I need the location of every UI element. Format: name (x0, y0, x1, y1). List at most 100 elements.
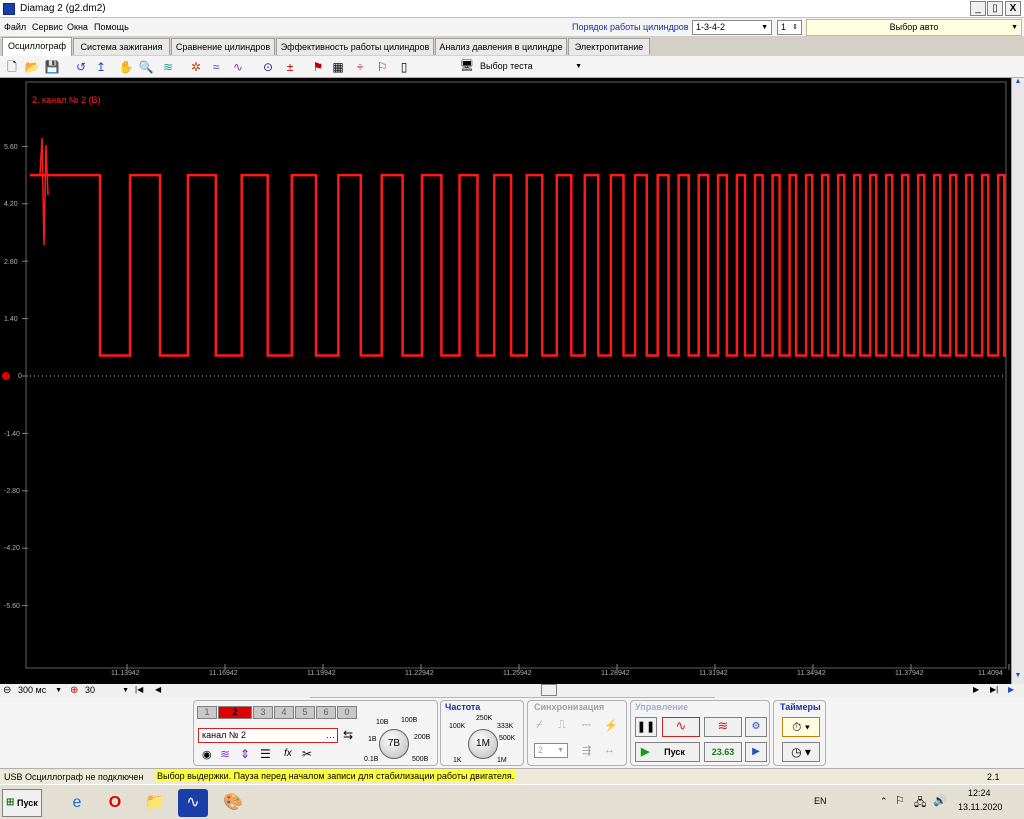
play-icon[interactable]: ▶ (1008, 685, 1014, 694)
tab-pressure-analysis[interactable]: Анализ давления в цилиндре (435, 38, 567, 55)
menu-windows[interactable]: Окна (67, 22, 88, 32)
marker-icon[interactable]: ⚑ (310, 59, 326, 75)
voltage-knob[interactable]: 7В (379, 729, 409, 759)
channel-6-button[interactable]: 6 (316, 706, 336, 719)
frequency-knob[interactable]: 1M (468, 729, 498, 759)
start-button[interactable]: ▶ Пуск (635, 742, 700, 762)
menu-help[interactable]: Помощь (94, 22, 129, 32)
tab-power[interactable]: Электропитание (568, 38, 650, 55)
menu-service[interactable]: Сервис (32, 22, 63, 32)
cylinder-order-select[interactable]: 1-3-4-2 ▼ (692, 20, 772, 35)
noise-wave-icon[interactable]: ≋ (704, 717, 742, 737)
channel-4-button[interactable]: 4 (274, 706, 294, 719)
rising-edge-icon[interactable]: ⌿ (536, 719, 543, 732)
channel-0-button[interactable]: 0 (337, 706, 357, 719)
position-thumb[interactable] (541, 684, 557, 696)
channel-2-button[interactable]: 2 (218, 706, 252, 719)
tab-oscilloscope[interactable]: Осциллограф (2, 37, 72, 56)
timer-stopwatch-icon[interactable]: ⏱ ▾ (782, 717, 820, 737)
new-file-icon[interactable]: 🗋 (4, 59, 20, 75)
auto-icon[interactable]: ⊙ (260, 59, 276, 75)
chevron-down-icon: ▼ (575, 63, 582, 70)
offset-icon[interactable]: ⇕ (240, 747, 250, 761)
first-page-icon[interactable]: |◀ (135, 685, 143, 694)
vertical-scrollbar[interactable]: ▲ ▼ (1011, 78, 1024, 684)
sine-wave-icon[interactable]: ∿ (662, 717, 700, 737)
network-icon[interactable]: 🖧 (914, 794, 926, 813)
sync-channel-select[interactable]: 2 ▼ (534, 743, 568, 758)
channel-5-button[interactable]: 5 (295, 706, 315, 719)
scroll-up-icon[interactable]: ▲ (1013, 78, 1023, 90)
step-up-icon[interactable]: ⎍ (558, 719, 566, 732)
oscilloscope-view[interactable] (0, 78, 1024, 684)
zoom-icon[interactable]: 🔍 (138, 59, 154, 75)
maximize-button[interactable]: ▯ (987, 1, 1003, 16)
tools-icon[interactable]: ✂ (302, 747, 312, 761)
sync-level-icon[interactable]: ⇶ (582, 744, 591, 757)
zero-marker-left[interactable] (2, 372, 10, 380)
channel-1-button[interactable]: 1 (197, 706, 217, 719)
minimize-button[interactable]: _ (970, 1, 986, 16)
windows-logo-icon: ⊞ (6, 797, 15, 808)
last-page-icon[interactable]: ▶| (990, 685, 998, 694)
eye-icon[interactable]: ◉ (202, 748, 212, 761)
close-button[interactable]: X (1005, 1, 1021, 16)
more-icon[interactable]: … (326, 729, 335, 742)
prev-page-icon[interactable]: ◀ (155, 685, 161, 694)
level-icon[interactable]: ÷ (352, 59, 368, 75)
menu-file[interactable]: Файл (4, 22, 26, 32)
spectrum-icon[interactable]: ∿ (230, 59, 246, 75)
cylinder-count-spinner[interactable]: 1 ⇕ (777, 20, 802, 35)
y-tick: -1.40 (4, 431, 20, 438)
zoom-out-icon[interactable]: ⊖ (3, 685, 11, 696)
auto-select[interactable]: Выбор авто ▼ (806, 19, 1022, 36)
auto-play-icon[interactable]: ▶ (745, 742, 767, 762)
grid-lines-icon[interactable]: ☰ (260, 747, 271, 761)
filter-icon[interactable]: ≋ (160, 59, 176, 75)
page-icon[interactable]: ▯ (396, 59, 412, 75)
timer-clock-icon[interactable]: ◷ ▾ (782, 742, 820, 762)
wave-icon[interactable]: ≈ (208, 59, 224, 75)
tab-ignition[interactable]: Система зажигания (73, 38, 170, 55)
tray-expand-icon[interactable]: ⌃ (880, 796, 888, 807)
flag-icon[interactable]: ⚐ (895, 794, 905, 807)
device-status: USB Осциллограф не подключен (4, 772, 144, 782)
next-page-icon[interactable]: ▶ (973, 685, 979, 694)
sync-delay-icon[interactable]: ↔ (604, 744, 615, 756)
step-down-icon[interactable]: ⎓ (582, 719, 591, 732)
channel-name-input[interactable]: канал № 2… (198, 728, 338, 743)
timebase-select[interactable]: 300 мс ▼ (15, 684, 65, 697)
zoom-in-icon[interactable]: ⊕ (70, 685, 78, 696)
x-tick: 11.13942 (111, 670, 140, 677)
zoom-select[interactable]: 30 ▼ (82, 684, 132, 697)
compare-icon[interactable]: ✲ (188, 59, 204, 75)
cursor-icon[interactable]: ↺ (73, 59, 89, 75)
flag-icon[interactable]: ⚐ (374, 59, 390, 75)
wave-filter-icon[interactable]: ≋ (220, 747, 230, 761)
internet-explorer-icon[interactable]: e (62, 789, 92, 817)
open-folder-icon[interactable]: 📂 (24, 59, 40, 75)
opera-icon[interactable]: O (100, 789, 130, 817)
scroll-down-icon[interactable]: ▼ (1013, 672, 1023, 684)
start-menu-button[interactable]: ⊞ Пуск (2, 789, 42, 817)
swap-icon[interactable]: ⇆ (343, 728, 353, 742)
zero-icon[interactable]: ± (282, 59, 298, 75)
table-icon[interactable]: ▦ (330, 59, 346, 75)
paint-icon[interactable]: 🎨 (218, 789, 248, 817)
tab-cylinder-compare[interactable]: Сравнение цилиндров (171, 38, 275, 55)
diamag-taskbar-icon[interactable]: ∿ (178, 789, 208, 817)
auto-settings-icon[interactable]: ⚙ (745, 717, 767, 737)
channel-3-button[interactable]: 3 (253, 706, 273, 719)
function-icon[interactable]: fx (284, 748, 292, 759)
test-select[interactable]: 🖥 Выбор теста ▼ (458, 59, 586, 75)
x-tick: 11.19942 (307, 670, 336, 677)
language-indicator[interactable]: EN (814, 796, 827, 806)
pause-icon[interactable]: ❚❚ (635, 717, 657, 737)
hand-icon[interactable]: ✋ (118, 59, 134, 75)
volume-icon[interactable]: 🔊 (933, 794, 947, 807)
auto-sync-icon[interactable]: ⚡ (604, 719, 618, 732)
scale-icon[interactable]: ↥ (93, 59, 109, 75)
tab-cylinder-efficiency[interactable]: Эффективность работы цилиндров (276, 38, 434, 55)
explorer-folder-icon[interactable]: 📁 (140, 789, 170, 817)
save-icon[interactable]: 💾 (44, 59, 60, 75)
